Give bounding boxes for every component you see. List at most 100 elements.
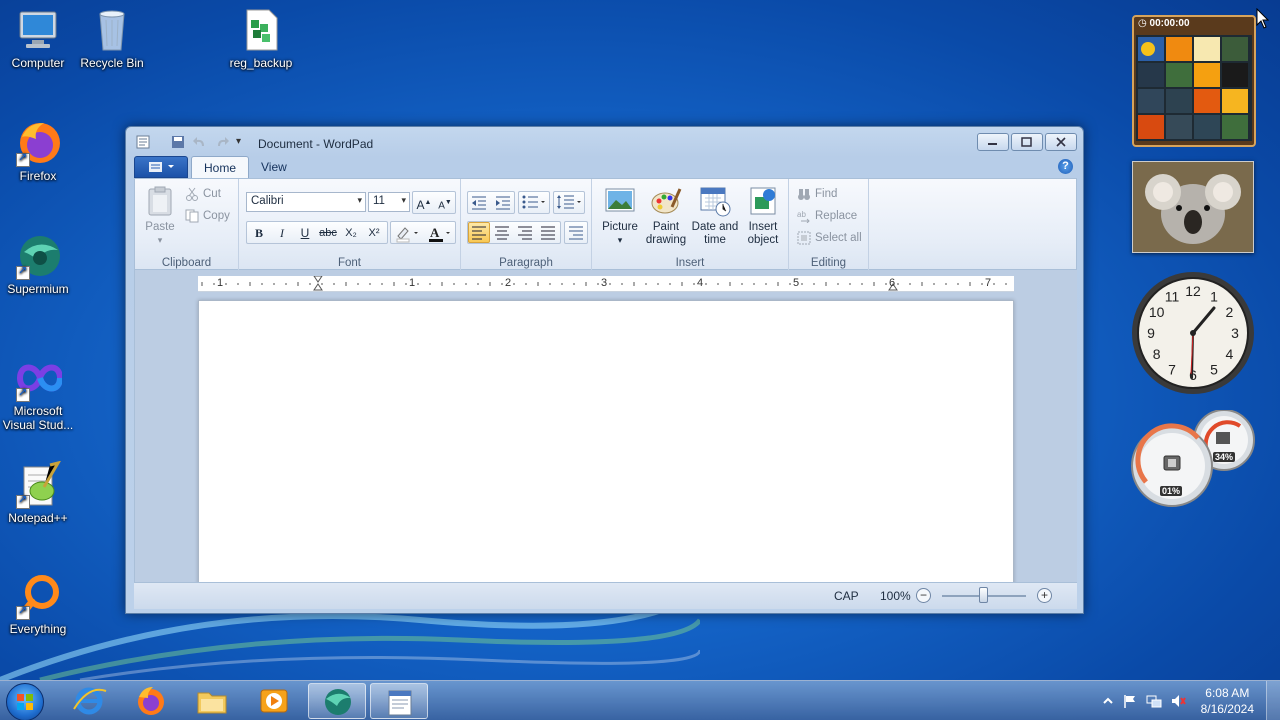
copy-label: Copy <box>203 210 230 222</box>
cut-button[interactable]: Cut <box>185 187 221 201</box>
window-title: Document - WordPad <box>258 137 374 151</box>
tab-view[interactable]: View <box>249 156 299 179</box>
desktop-icon-reg-backup[interactable]: reg_backup <box>223 6 299 70</box>
clock-gadget[interactable]: 121234567891011 <box>1130 270 1256 396</box>
title-bar[interactable]: ▾ Document - WordPad <box>126 127 1083 157</box>
italic-button[interactable]: I <box>271 222 293 243</box>
select-all-button[interactable]: Select all <box>797 231 862 245</box>
supermium-icon <box>14 232 62 280</box>
wordpad-app-icon[interactable] <box>136 135 152 149</box>
insert-object-label: Insert object <box>747 221 779 246</box>
group-editing: Find ab Replace Select all Editing <box>789 179 869 271</box>
ruler-number: 5 <box>793 277 800 289</box>
undo-icon[interactable] <box>192 135 208 149</box>
redo-icon[interactable] <box>214 135 230 149</box>
clock-number: 11 <box>1165 289 1180 305</box>
font-style-bar: B I U abc X₂ X² <box>246 221 388 244</box>
picture-button[interactable]: Picture ▾ <box>598 185 642 247</box>
action-center-flag-icon[interactable] <box>1122 693 1138 709</box>
zoom-in-button[interactable]: + <box>1037 588 1052 603</box>
line-spacing-button[interactable] <box>553 191 585 214</box>
subscript-button[interactable]: X₂ <box>340 222 362 243</box>
bold-button[interactable]: B <box>248 222 270 243</box>
start-button[interactable] <box>6 683 44 720</box>
help-icon[interactable]: ? <box>1058 159 1073 174</box>
superscript-button[interactable]: X² <box>363 222 385 243</box>
tab-home[interactable]: Home <box>191 156 250 179</box>
zoom-slider-thumb[interactable] <box>979 587 988 603</box>
minimize-button[interactable] <box>977 133 1009 151</box>
strikethrough-button[interactable]: abc <box>317 222 339 243</box>
taskbar-file-explorer[interactable] <box>183 683 241 719</box>
svg-text:ab: ab <box>797 210 806 219</box>
align-center-button[interactable] <box>491 222 513 243</box>
memory-percent: 34% <box>1213 452 1236 462</box>
desktop-icon-notepadpp[interactable]: Notepad++ <box>0 460 76 525</box>
tray-clock[interactable]: 6:08 AM 8/16/2024 <box>1201 685 1254 717</box>
picture-puzzle-gadget[interactable]: ◷ 00:00:00 <box>1132 15 1256 147</box>
desktop-icon-label: Supermium <box>7 282 69 296</box>
save-icon[interactable] <box>170 135 186 149</box>
network-icon[interactable] <box>1146 693 1162 709</box>
underline-button[interactable]: U <box>294 222 316 243</box>
close-button[interactable] <box>1045 133 1077 151</box>
date-time-button[interactable]: Date and time <box>690 185 740 247</box>
ruler[interactable]: 1 1 2 3 4 5 6 7 <box>198 275 1014 292</box>
show-hidden-icons[interactable] <box>1100 693 1116 709</box>
show-desktop-button[interactable] <box>1266 681 1280 720</box>
clock-number: 8 <box>1153 346 1161 362</box>
ribbon-tabs: Home View ? <box>134 156 1077 179</box>
zoom-out-button[interactable]: − <box>916 588 931 603</box>
taskbar-supermium[interactable] <box>308 683 366 719</box>
taskbar-media-player[interactable] <box>245 683 303 719</box>
supermium-icon <box>325 689 351 715</box>
group-clipboard: Paste ▾ Cut Copy Clipboard <box>135 179 239 271</box>
document-page[interactable] <box>198 300 1014 582</box>
align-left-button[interactable] <box>468 222 490 243</box>
puzzle-timer: ◷ 00:00:00 <box>1138 18 1250 32</box>
find-button[interactable]: Find <box>797 187 837 201</box>
application-menu-button[interactable] <box>134 156 188 178</box>
taskbar-wordpad[interactable] <box>370 683 428 719</box>
desktop-icon-supermium[interactable]: Supermium <box>0 232 76 296</box>
paragraph-dialog-button[interactable] <box>564 221 588 244</box>
list-button[interactable] <box>518 191 550 214</box>
paint-drawing-button[interactable]: Paint drawing <box>644 185 688 247</box>
taskbar-internet-explorer[interactable] <box>60 683 118 719</box>
increase-indent-button[interactable] <box>492 192 514 213</box>
text-color-button[interactable]: A <box>424 222 454 243</box>
font-size-combo[interactable]: 11 <box>368 192 410 212</box>
desktop-icon-visual-studio[interactable]: Microsoft Visual Stud... <box>0 354 76 432</box>
caps-lock-indicator: CAP <box>834 589 859 603</box>
paste-button[interactable]: Paste ▾ <box>141 185 179 247</box>
timer-icon: ◷ <box>1138 18 1147 29</box>
desktop-icon-recycle-bin[interactable]: Recycle Bin <box>74 6 150 70</box>
highlight-color-button[interactable] <box>392 222 422 243</box>
replace-button[interactable]: ab Replace <box>797 209 857 224</box>
shrink-font-button[interactable]: A▼ <box>434 192 456 213</box>
internet-explorer-icon <box>73 687 107 715</box>
editing-group-label: Editing <box>810 257 847 269</box>
desktop-icon-computer[interactable]: Computer <box>0 6 76 70</box>
volume-muted-icon[interactable] <box>1170 693 1186 709</box>
desktop-icon-label: Notepad++ <box>8 511 68 525</box>
grow-font-button[interactable]: A▲ <box>413 192 435 213</box>
koala-photo <box>1133 162 1253 252</box>
decrease-indent-button[interactable] <box>468 192 490 213</box>
restore-button[interactable] <box>1011 133 1043 151</box>
tray-time: 6:08 AM <box>1205 686 1250 700</box>
copy-button[interactable]: Copy <box>185 209 230 223</box>
customize-qat-icon[interactable]: ▾ <box>236 135 246 149</box>
justify-button[interactable] <box>537 222 559 243</box>
taskbar: 6:08 AM 8/16/2024 <box>0 680 1280 720</box>
clock-number: 3 <box>1231 325 1239 341</box>
cpu-meter-gadget[interactable]: 01% 34% <box>1128 409 1256 510</box>
taskbar-firefox[interactable] <box>121 683 179 719</box>
font-family-combo[interactable]: Calibri <box>246 192 366 212</box>
ruler-number: 3 <box>601 277 608 289</box>
desktop-icon-firefox[interactable]: Firefox <box>0 119 76 183</box>
align-right-button[interactable] <box>514 222 536 243</box>
insert-object-button[interactable]: Insert object <box>742 185 784 247</box>
desktop-icon-everything[interactable]: Everything <box>0 572 76 636</box>
slideshow-gadget[interactable] <box>1132 161 1254 253</box>
